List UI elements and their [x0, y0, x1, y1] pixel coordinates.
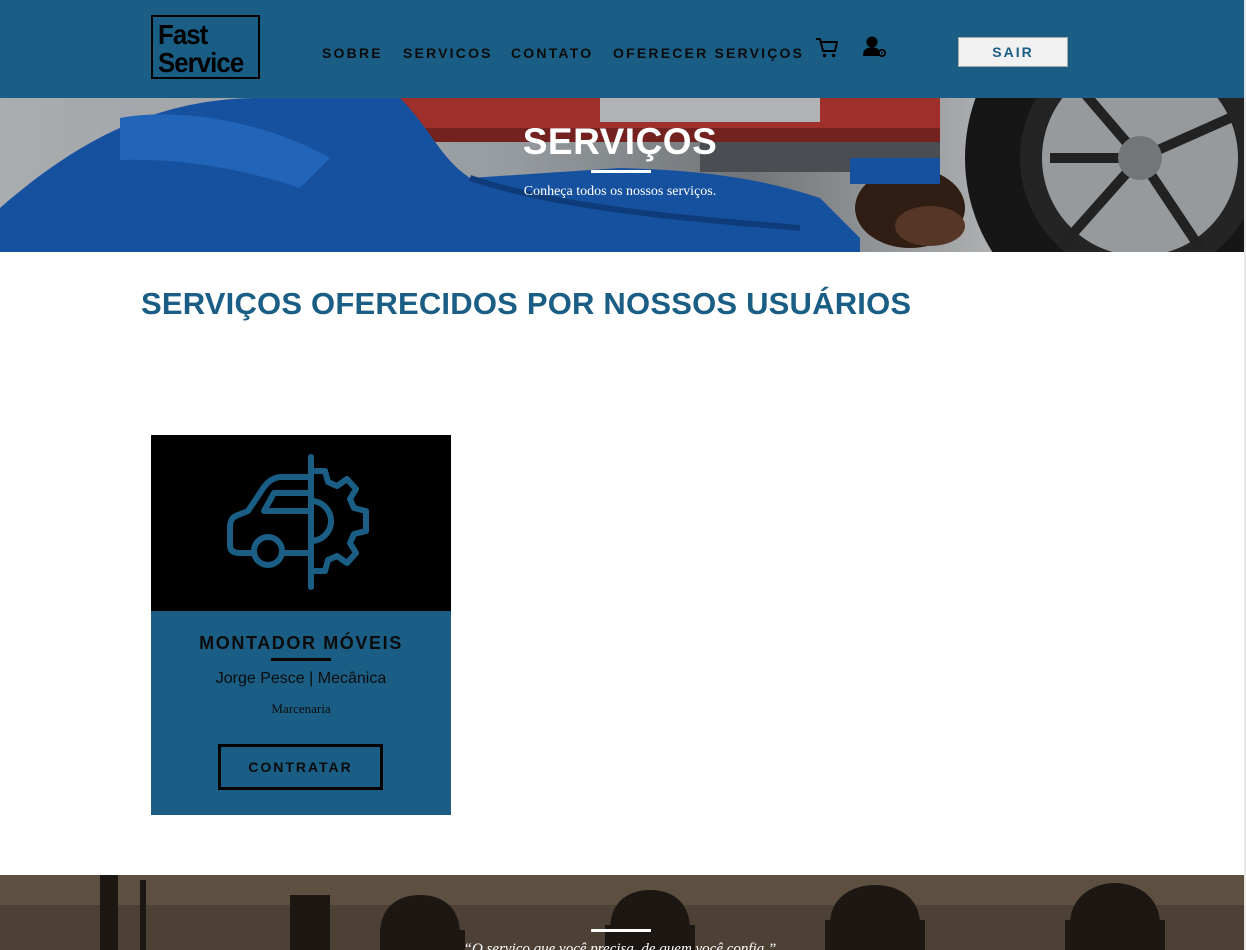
service-card-image: [151, 435, 451, 611]
shopping-cart-icon[interactable]: [815, 37, 839, 59]
nav-sobre[interactable]: SOBRE: [322, 45, 383, 61]
testimonial-band: “O serviço que você precisa, de quem voc…: [0, 875, 1244, 950]
nav-contato[interactable]: CONTATO: [511, 45, 593, 61]
logout-button[interactable]: SAIR: [958, 37, 1068, 67]
service-title-underline: [271, 658, 331, 661]
site-header: Fast Service SOBRE SERVICOS CONTATO OFER…: [0, 0, 1246, 98]
hero-banner: SERVIÇOS Conheça todos os nossos serviço…: [0, 98, 1246, 252]
testimonial-quote: “O serviço que você precisa, de quem voc…: [463, 941, 777, 950]
service-category: Marcenaria: [271, 701, 331, 716]
service-provider: Jorge Pesce | Mecânica: [215, 670, 387, 687]
service-title: MONTADOR MÓVEIS: [199, 633, 403, 653]
logo-line2: Service: [158, 47, 244, 78]
logo-line1: Fast: [158, 19, 208, 50]
page-title: SERVIÇOS: [522, 121, 718, 162]
nav-oferecer-servicos[interactable]: OFERECER SERVIÇOS: [613, 45, 804, 61]
hire-button[interactable]: CONTRATAR: [218, 744, 383, 790]
title-underline: [591, 170, 651, 173]
logo[interactable]: Fast Service: [151, 15, 260, 79]
quote-divider: [591, 929, 651, 932]
car-gear-icon: [227, 454, 369, 590]
nav-servicos[interactable]: SERVICOS: [403, 45, 493, 61]
user-settings-icon[interactable]: [862, 35, 888, 59]
section-title: SERVIÇOS OFERECIDOS POR NOSSOS USUÁRIOS: [141, 286, 912, 321]
page-subtitle: Conheça todos os nossos serviços.: [523, 184, 717, 199]
workers-background-image: [0, 875, 1244, 950]
service-card: MONTADOR MÓVEIS Jorge Pesce | Mecânica M…: [151, 435, 451, 815]
